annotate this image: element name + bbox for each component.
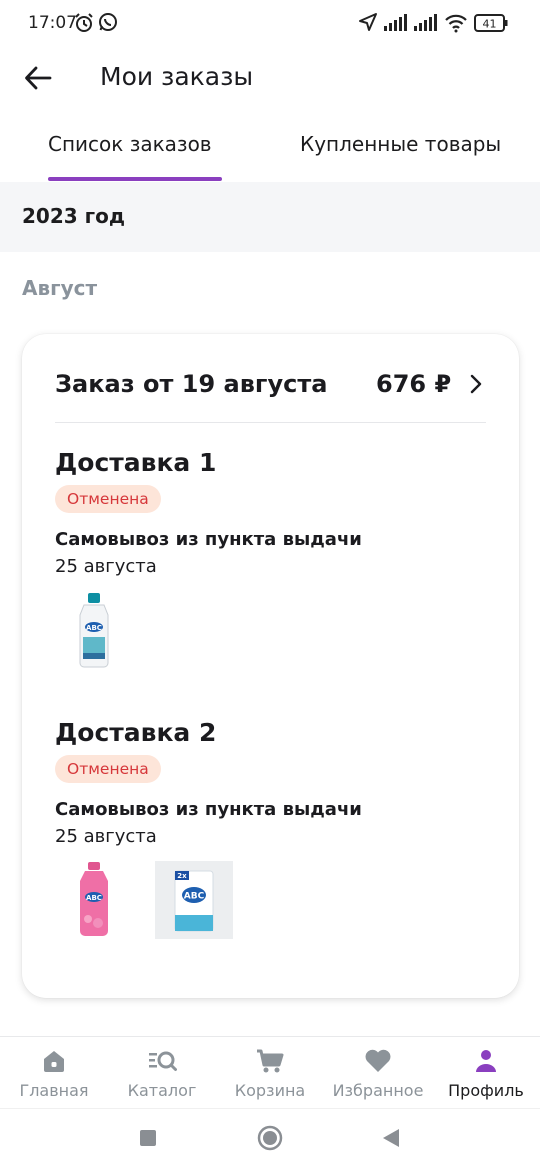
product-thumbnail[interactable]: ABC	[55, 591, 133, 669]
year-section-header: 2023 год	[0, 182, 540, 252]
nav-item-catalog[interactable]: Каталог	[108, 1037, 216, 1109]
product-thumbnails: ABC 2x ABC	[55, 861, 495, 939]
nav-label: Избранное	[332, 1081, 424, 1100]
battery-icon: 41	[474, 14, 508, 36]
nav-label: Профиль	[448, 1081, 524, 1100]
year-label: 2023 год	[22, 204, 125, 228]
delivery-method: Самовывоз из пункта выдачи	[55, 529, 362, 550]
active-tab-indicator	[48, 177, 222, 181]
wifi-icon	[444, 13, 468, 37]
back-nav-button[interactable]	[381, 1128, 401, 1152]
heart-icon	[363, 1047, 393, 1079]
nav-label: Главная	[19, 1081, 89, 1100]
svg-text:ABC: ABC	[184, 892, 205, 902]
product-thumbnail[interactable]: ABC	[55, 861, 133, 939]
delivery-date: 25 августа	[55, 826, 157, 847]
tab-orders-list[interactable]: Список заказов	[48, 132, 212, 156]
nav-item-profile[interactable]: Профиль	[432, 1037, 540, 1109]
whatsapp-icon	[98, 12, 118, 36]
nav-label: Каталог	[127, 1081, 197, 1100]
order-card[interactable]: Заказ от 19 августа 676 ₽ Доставка 1 Отм…	[22, 334, 519, 998]
svg-text:ABC: ABC	[86, 894, 102, 902]
system-navigation-bar	[0, 1108, 540, 1170]
abc-white-bottle-image: ABC	[79, 593, 109, 668]
signal-icon	[414, 14, 438, 36]
svg-text:2x: 2x	[177, 872, 187, 880]
recents-button[interactable]	[139, 1129, 157, 1151]
home-button[interactable]	[257, 1125, 283, 1155]
cart-icon	[255, 1047, 285, 1079]
abc-pink-bottle-image: ABC	[80, 862, 108, 936]
product-thumbnails: ABC	[55, 591, 495, 669]
status-badge: Отменена	[55, 485, 161, 513]
profile-icon	[472, 1047, 500, 1079]
signal-icon	[384, 14, 408, 36]
delivery-title: Доставка 2	[55, 718, 217, 747]
delivery-block: Доставка 1 Отменена Самовывоз из пункта …	[55, 448, 495, 669]
abc-powder-bag-image: 2x ABC	[174, 870, 214, 932]
nav-item-cart[interactable]: Корзина	[216, 1037, 324, 1109]
page-title: Мои заказы	[100, 62, 254, 91]
status-bar: 17:07 41	[0, 0, 540, 48]
delivery-date: 25 августа	[55, 556, 157, 577]
order-price: 676 ₽	[376, 370, 452, 398]
delivery-block: Доставка 2 Отменена Самовывоз из пункта …	[55, 718, 495, 939]
status-badge: Отменена	[55, 755, 161, 783]
divider	[55, 422, 486, 423]
svg-text:ABC: ABC	[86, 624, 102, 632]
month-label: Август	[22, 276, 98, 300]
arrow-left-icon	[25, 66, 52, 90]
bottom-navigation: Главная Каталог Корзина Избранное Профил…	[0, 1036, 540, 1108]
delivery-title: Доставка 1	[55, 448, 217, 477]
tab-purchased-items[interactable]: Купленные товары	[300, 132, 501, 156]
nav-item-favorites[interactable]: Избранное	[324, 1037, 432, 1109]
catalog-search-icon	[147, 1047, 177, 1079]
battery-level: 41	[483, 18, 497, 31]
header: Мои заказы	[0, 48, 540, 110]
nav-label: Корзина	[234, 1081, 306, 1100]
order-title: Заказ от 19 августа	[55, 370, 328, 398]
back-button[interactable]	[18, 60, 58, 96]
tabs: Список заказов Купленные товары	[0, 118, 540, 182]
product-thumbnail[interactable]: 2x ABC	[155, 861, 233, 939]
alarm-icon	[73, 12, 95, 38]
nav-item-home[interactable]: Главная	[0, 1037, 108, 1109]
status-time: 17:07	[28, 13, 77, 33]
location-arrow-icon	[358, 12, 378, 36]
order-header[interactable]: Заказ от 19 августа 676 ₽	[22, 334, 519, 424]
chevron-right-icon[interactable]	[469, 374, 483, 398]
home-icon	[40, 1047, 68, 1079]
delivery-method: Самовывоз из пункта выдачи	[55, 799, 362, 820]
